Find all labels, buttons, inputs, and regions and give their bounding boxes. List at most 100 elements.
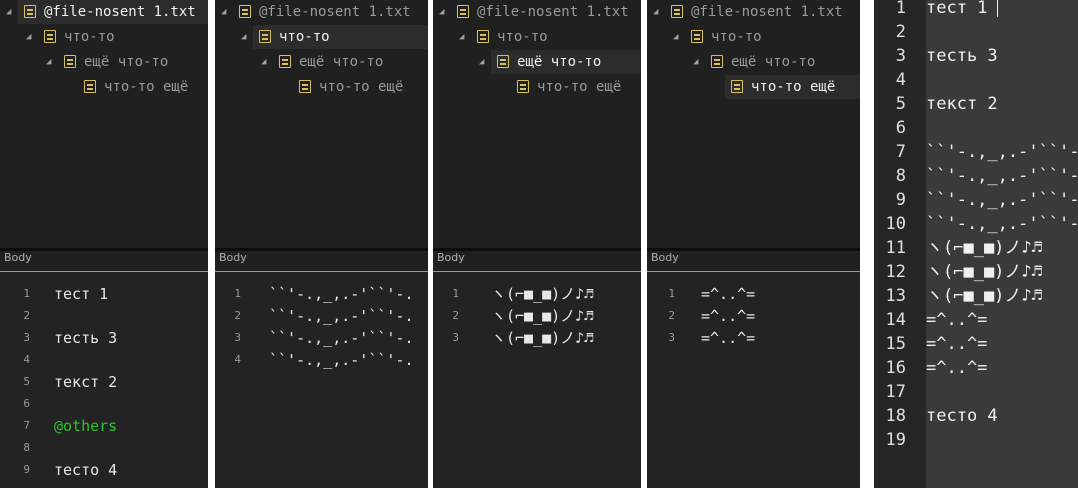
outline-tree: ◢ @file-nosent 1.txt ◢ что-то ◢ ещё что-то что… (647, 0, 860, 248)
editor-line-number: 2 (895, 22, 906, 42)
line-number: 3 (668, 331, 675, 344)
tree-node-label: что-то ещё (751, 79, 836, 95)
expand-triangle-icon[interactable]: ◢ (673, 25, 678, 49)
editor-line-number: 4 (895, 70, 906, 90)
editor-line-number: 9 (895, 190, 906, 210)
tree-node-child[interactable]: ◢ что-то (647, 25, 860, 49)
tree-node-grandchild[interactable]: ◢ ещё что-то (215, 50, 428, 74)
expand-triangle-icon[interactable]: ◢ (261, 50, 266, 74)
note-icon (731, 80, 743, 93)
tree-node-label: что-то (711, 29, 762, 45)
body-line: ``'-.,_,.-'``'-. (269, 329, 414, 347)
body-text-area[interactable]: 1 =^..^= 2 =^..^= 3 =^..^= (647, 272, 860, 488)
tree-node-label: что-то ещё (537, 79, 622, 95)
body-label: Body (651, 251, 679, 264)
tree-node-leaf[interactable]: что-то ещё (215, 75, 428, 99)
expand-triangle-icon[interactable]: ◢ (6, 0, 11, 24)
line-number: 4 (234, 353, 241, 366)
body-line: =^..^= (701, 307, 756, 325)
editor-line: тесто 4 (926, 406, 998, 426)
body-line: ヽ(⌐■_■)ノ♪♬ (491, 329, 594, 347)
expand-triangle-icon[interactable]: ◢ (693, 50, 698, 74)
line-number: 1 (668, 287, 675, 300)
body-line: тест 1 (54, 285, 109, 303)
expand-triangle-icon[interactable]: ◢ (26, 25, 31, 49)
editor-line-number: 3 (895, 46, 906, 66)
tree-node-label: что-то (279, 29, 330, 45)
tree-node-label: что-то (497, 29, 548, 45)
editor-line-number: 8 (895, 166, 906, 186)
note-icon (24, 5, 36, 18)
line-number: 4 (23, 353, 30, 366)
tree-node-root[interactable]: ◢ @file-nosent 1.txt (647, 0, 860, 24)
tree-node-root[interactable]: ◢ @file-nosent 1.txt (433, 0, 641, 24)
editor-line-number: 15 (885, 334, 906, 354)
body-line: ``'-.,_,.-'``'-. (269, 307, 414, 325)
body-label: Body (219, 251, 247, 264)
tree-node-leaf[interactable]: что-то ещё (725, 75, 860, 99)
outline-pane-1: ◢ @file-nosent 1.txt ◢ что-то ◢ ещё что-то что… (0, 0, 208, 488)
line-number: 3 (452, 331, 459, 344)
body-line: тесть 3 (54, 329, 118, 347)
tree-node-root[interactable]: ◢ @file-nosent 1.txt (6, 0, 208, 24)
expand-triangle-icon[interactable]: ◢ (241, 25, 246, 49)
body-text-area[interactable]: 1 тест 1 2 3 тесть 3 4 5 текст 2 6 7 @others 8 9 тест… (0, 272, 208, 488)
tree-node-grandchild[interactable]: ◢ ещё что-то (0, 50, 208, 74)
editor-line: ヽ(⌐■_■)ノ♪♬ (926, 262, 1042, 282)
line-number: 3 (23, 331, 30, 344)
note-icon (497, 55, 509, 68)
line-number: 8 (23, 441, 30, 454)
editor-line-number: 19 (885, 430, 906, 450)
editor-line: тест 1 (926, 0, 988, 18)
tree-node-child[interactable]: ◢ что-то (433, 25, 641, 49)
expand-triangle-icon[interactable]: ◢ (46, 50, 51, 74)
body-line: =^..^= (701, 329, 756, 347)
editor-line-number: 5 (895, 94, 906, 114)
pane-gap (641, 0, 647, 488)
pane-gap (208, 0, 215, 488)
expand-triangle-icon[interactable]: ◢ (439, 0, 444, 24)
note-icon (64, 55, 76, 68)
line-number: 9 (23, 463, 30, 476)
tree-node-root[interactable]: ◢ @file-nosent 1.txt (215, 0, 428, 24)
tree-node-grandchild[interactable]: ◢ ещё что-то (479, 50, 641, 74)
editor-line-number: 1 (895, 0, 906, 18)
body-line: текст 2 (54, 373, 118, 391)
outline-tree: ◢ @file-nosent 1.txt ◢ что-то ◢ ещё что-то что… (215, 0, 428, 248)
outline-tree: ◢ @file-nosent 1.txt ◢ что-то ◢ ещё что-то что… (0, 0, 208, 248)
expand-triangle-icon[interactable]: ◢ (459, 25, 464, 49)
tree-node-child[interactable]: ◢ что-то (0, 25, 208, 49)
tree-node-grandchild[interactable]: ◢ ещё что-то (647, 50, 860, 74)
editor-line-number: 10 (885, 214, 906, 234)
tree-node-child[interactable]: ◢ что-то (241, 25, 428, 49)
editor-line-number: 14 (885, 310, 906, 330)
body-line: тесто 4 (54, 461, 118, 479)
tree-node-label: @file-nosent 1.txt (259, 4, 411, 20)
note-icon (457, 5, 469, 18)
tree-node-label: @file-nosent 1.txt (477, 4, 629, 20)
editor-line: =^..^= (926, 310, 988, 330)
result-file-editor[interactable]: 1 тест 1 2 3 тесть 3 4 5 текст 2 6 7 ``'-.,_,.-'``… (874, 0, 1078, 488)
expand-triangle-icon[interactable]: ◢ (653, 0, 658, 24)
others-directive: @others (54, 417, 118, 435)
tree-node-label: ещё что-то (731, 54, 816, 70)
note-icon (299, 80, 311, 93)
tree-node-label: ещё что-то (299, 54, 384, 70)
expand-triangle-icon[interactable]: ◢ (479, 50, 484, 74)
editor-line: текст 2 (926, 94, 998, 114)
expand-triangle-icon[interactable]: ◢ (221, 0, 226, 24)
outline-pane-4: ◢ @file-nosent 1.txt ◢ что-то ◢ ещё что-то что… (647, 0, 860, 488)
outline-tree: ◢ @file-nosent 1.txt ◢ что-то ◢ ещё что-то что… (433, 0, 641, 248)
outline-pane-2: ◢ @file-nosent 1.txt ◢ что-то ◢ ещё что-то что… (215, 0, 428, 488)
body-line: ``'-.,_,.-'``'-. (269, 351, 414, 369)
tree-node-leaf[interactable]: что-то ещё (433, 75, 641, 99)
body-line: ヽ(⌐■_■)ノ♪♬ (491, 285, 594, 303)
body-line: ``'-.,_,.-'``'-. (269, 285, 414, 303)
body-text-area[interactable]: 1 ヽ(⌐■_■)ノ♪♬ 2 ヽ(⌐■_■)ノ♪♬ 3 ヽ(⌐■_■)ノ♪♬ (433, 272, 641, 488)
tree-node-label: что-то ещё (104, 79, 189, 95)
body-text-area[interactable]: 1 ``'-.,_,.-'``'-. 2 ``'-.,_,.-'``'-. 3 ``'-.… (215, 272, 428, 488)
editor-line-number: 13 (885, 286, 906, 306)
note-icon (517, 80, 529, 93)
line-number: 2 (23, 309, 30, 322)
tree-node-leaf[interactable]: что-то ещё (0, 75, 208, 99)
